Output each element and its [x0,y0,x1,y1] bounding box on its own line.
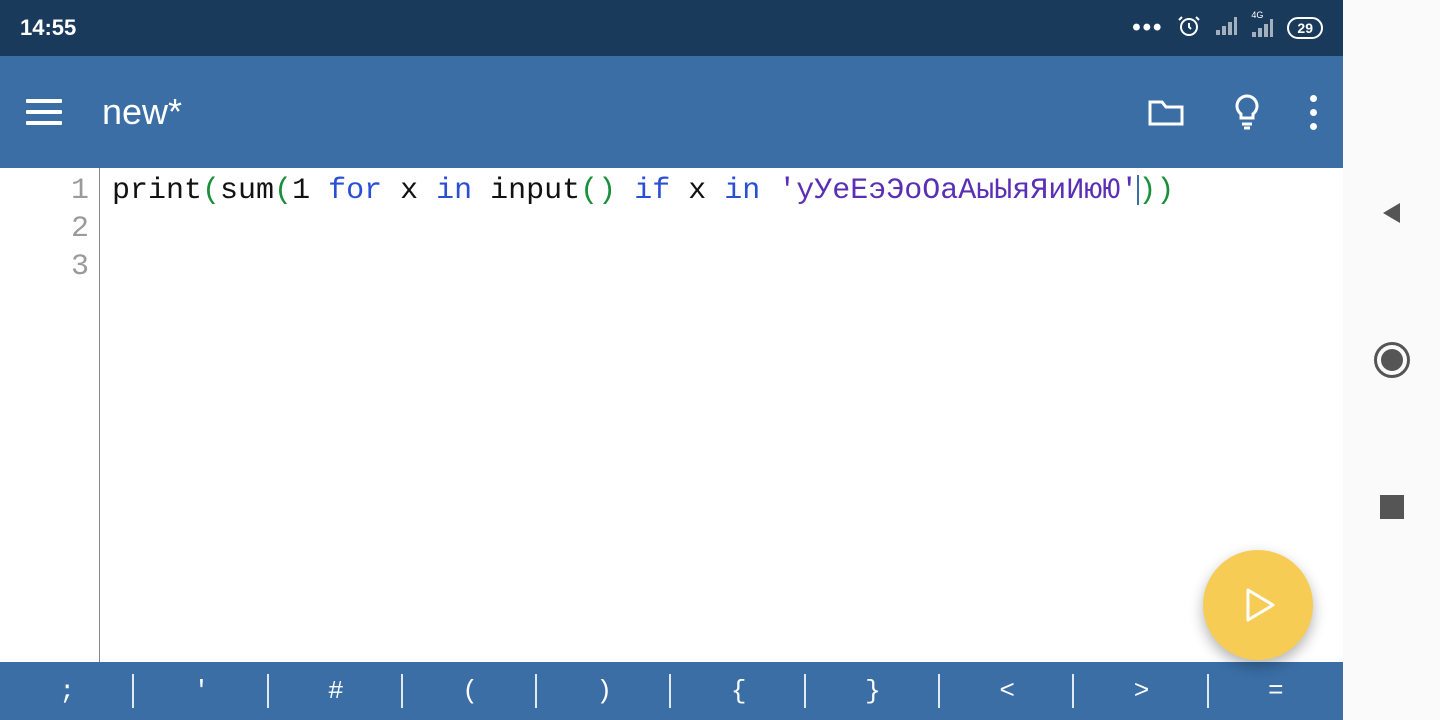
more-dots-icon: ••• [1132,14,1163,42]
app-bar-actions [1148,94,1317,130]
line-number-gutter: 1 2 3 [0,168,100,662]
folder-icon[interactable] [1148,96,1184,128]
menu-icon[interactable] [26,99,62,125]
line-number: 1 [0,172,89,210]
symbol-key[interactable]: ; [0,662,134,720]
status-right: ••• 4G 29 [1132,14,1323,43]
symbol-key[interactable]: ' [134,662,268,720]
symbol-key[interactable]: { [671,662,805,720]
code-area[interactable]: print(sum(1 for x in input() if x in 'уУ… [100,168,1343,662]
symbol-key[interactable]: < [940,662,1074,720]
nav-recent-icon[interactable] [1372,487,1412,527]
battery-indicator: 29 [1287,17,1323,39]
code-editor[interactable]: 1 2 3 print(sum(1 for x in input() if x … [0,168,1343,662]
signal-icon [1215,16,1237,41]
line-number: 2 [0,210,89,248]
symbol-key[interactable]: ) [537,662,671,720]
symbol-key[interactable]: # [269,662,403,720]
app-bar: new* [0,56,1343,168]
android-nav-bar [1343,0,1440,720]
phone-screen: 14:55 ••• 4G 29 new* [0,0,1343,720]
signal-4g-icon: 4G [1251,18,1273,38]
line-number: 3 [0,248,89,286]
symbol-key[interactable]: ( [403,662,537,720]
root: 14:55 ••• 4G 29 new* [0,0,1440,720]
symbol-key[interactable]: > [1074,662,1208,720]
symbol-key[interactable]: = [1209,662,1343,720]
overflow-menu-icon[interactable] [1310,95,1317,130]
status-time: 14:55 [20,15,76,41]
file-title: new* [102,91,1108,133]
status-bar: 14:55 ••• 4G 29 [0,0,1343,56]
symbol-key[interactable]: } [806,662,940,720]
lightbulb-icon[interactable] [1232,94,1262,130]
alarm-icon [1177,14,1201,43]
nav-home-icon[interactable] [1372,340,1412,380]
run-button[interactable] [1203,550,1313,660]
symbol-toolbar: ; ' # ( ) { } < > = [0,662,1343,720]
nav-back-icon[interactable] [1372,193,1412,233]
